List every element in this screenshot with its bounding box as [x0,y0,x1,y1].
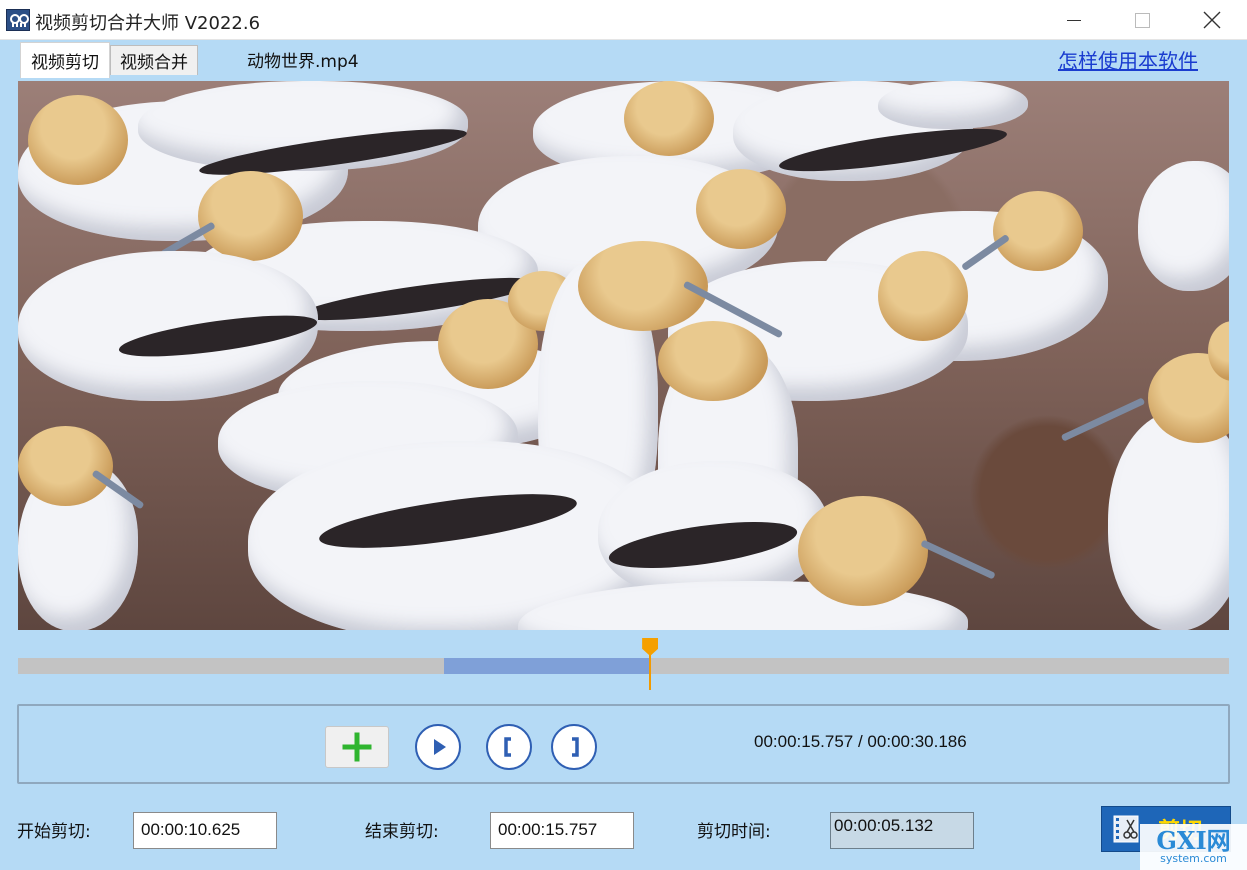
window-title: 视频剪切合并大师 V2022.6 [35,13,261,34]
play-button[interactable] [415,724,461,770]
mark-out-button[interactable] [551,724,597,770]
cut-duration-label: 剪切时间: [697,822,771,842]
main-window: 视频剪切 视频合并 动物世界.mp4 怎样使用本软件 00:00:15.757 … [0,40,1247,870]
close-icon [1203,11,1220,29]
site-watermark: GXI网 system.com [1140,824,1247,870]
add-segment-button[interactable] [325,726,389,768]
control-panel: 00:00:15.757 / 00:00:30.186 [17,704,1230,784]
playhead-handle[interactable] [642,638,659,656]
end-cut-label: 结束剪切: [365,822,439,842]
scissors-film-icon [1113,815,1139,843]
time-display: 00:00:15.757 / 00:00:30.186 [754,732,967,751]
tab-video-cut[interactable]: 视频剪切 [20,42,110,78]
help-link[interactable]: 怎样使用本软件 [1058,45,1198,74]
right-bracket-icon [572,737,579,757]
tab-video-merge[interactable]: 视频合并 [110,45,198,75]
mark-in-button[interactable] [486,724,532,770]
maximize-button[interactable] [1108,0,1176,40]
play-icon [434,739,446,755]
start-cut-input[interactable]: 00:00:10.625 [133,812,277,849]
minimize-button[interactable] [1040,0,1108,40]
current-file-name: 动物世界.mp4 [247,52,359,72]
title-bar: 视频剪切合并大师 V2022.6 [0,0,1247,40]
watermark-logo: GXI网 [1156,826,1231,855]
watermark-domain: system.com [1160,852,1227,865]
app-icon [6,9,30,31]
timeline-track[interactable] [18,658,1229,674]
video-preview[interactable] [18,81,1229,630]
timeline-selection[interactable] [444,658,651,674]
end-cut-input[interactable]: 00:00:15.757 [490,812,634,849]
left-bracket-icon [504,737,511,757]
close-button[interactable] [1176,0,1247,40]
cut-duration-value: 00:00:05.132 [830,812,974,849]
green-plus-icon [342,732,372,762]
start-cut-label: 开始剪切: [17,822,91,842]
